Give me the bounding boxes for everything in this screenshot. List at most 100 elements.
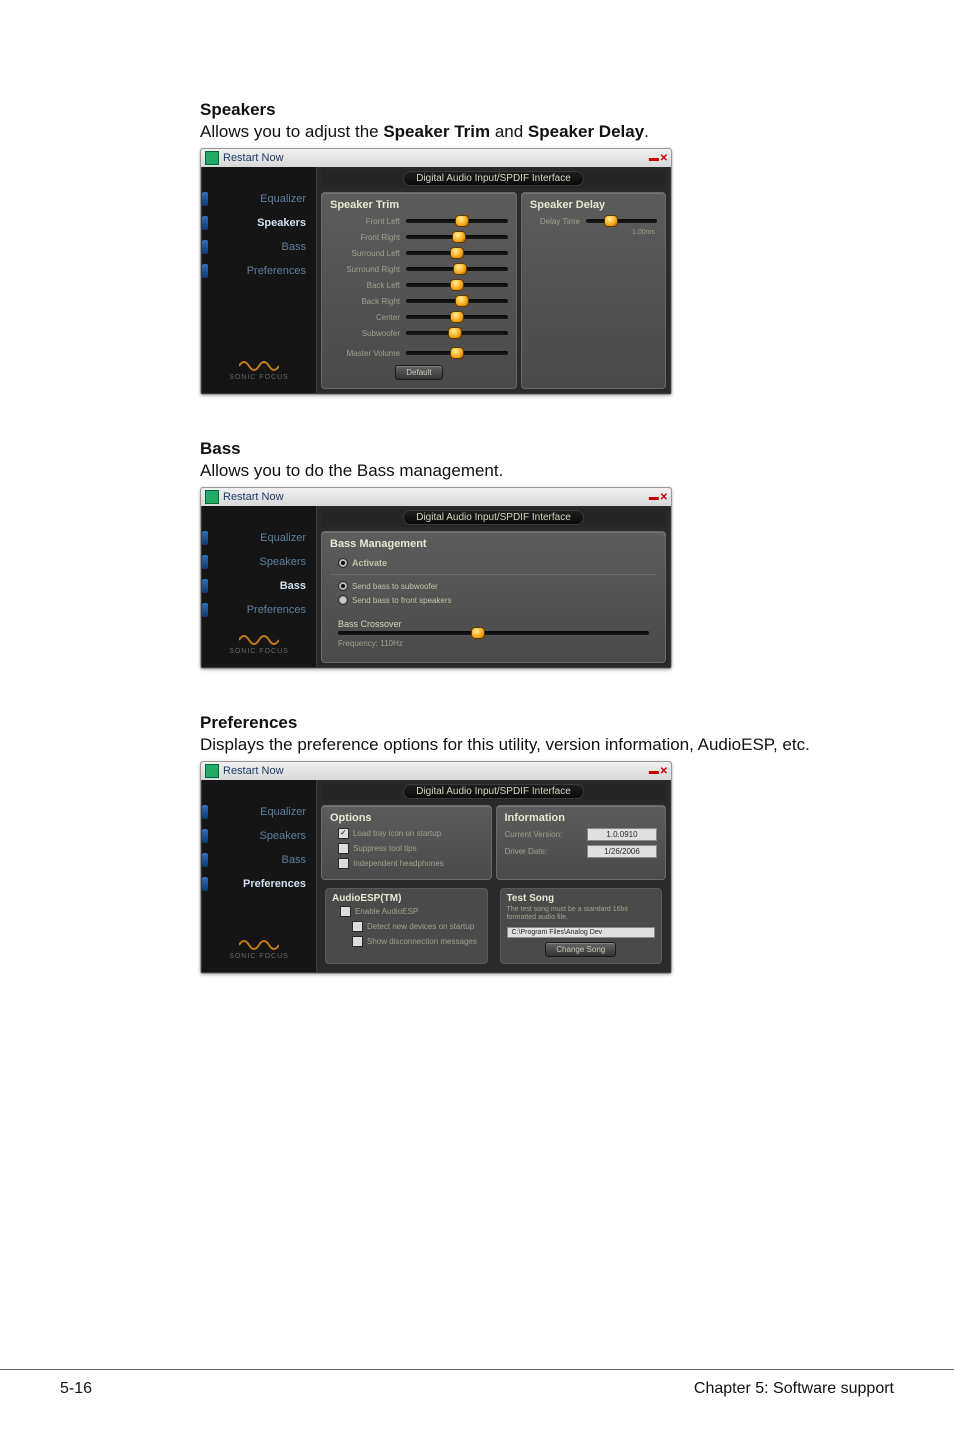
window-title: Restart Now <box>223 765 284 777</box>
slider-label: Back Right <box>330 297 406 306</box>
option-label: Send bass to front speakers <box>352 596 452 605</box>
slider-surround-right[interactable] <box>406 267 508 271</box>
radio-subwoofer[interactable] <box>338 581 348 591</box>
sidebar-item-equalizer[interactable]: Equalizer <box>202 526 316 550</box>
section-heading: Speakers <box>200 100 864 120</box>
section-desc: Allows you to adjust the Speaker Trim an… <box>200 122 864 142</box>
checkbox-esp-enable[interactable] <box>340 906 351 917</box>
sidebar-item-bass[interactable]: Bass <box>202 848 316 872</box>
testsong-title: Test Song <box>507 893 656 904</box>
slider-back-right[interactable] <box>406 299 508 303</box>
app-icon <box>205 490 219 504</box>
slider-label: Center <box>330 313 406 322</box>
panel-title: Speaker Delay <box>530 199 657 211</box>
screenshot-prefs: Restart Now ▬ ✕ Equalizer Speakers Bass … <box>200 761 672 974</box>
slider-label: Front Left <box>330 217 406 226</box>
info-label: Current Version: <box>505 830 563 839</box>
close-icon[interactable]: ▬ ✕ <box>649 153 667 164</box>
slider-front-right[interactable] <box>406 235 508 239</box>
page-number: 5-16 <box>60 1380 92 1398</box>
slider-label: Subwoofer <box>330 329 406 338</box>
option-label: Send bass to subwoofer <box>352 582 438 591</box>
slider-label: Master Volume <box>330 349 406 358</box>
brand-logo: SONIC FOCUS <box>202 931 316 964</box>
sidebar-item-bass[interactable]: Bass <box>202 574 316 598</box>
section-desc: Allows you to do the Bass management. <box>200 461 864 481</box>
brand-label: SONIC FOCUS <box>202 648 316 655</box>
sidebar-item-equalizer[interactable]: Equalizer <box>202 187 316 211</box>
slider-delay[interactable] <box>586 219 657 223</box>
screenshot-speakers: Restart Now ▬ ✕ Equalizer Speakers Bass … <box>200 148 672 395</box>
change-song-button[interactable]: Change Song <box>545 942 616 957</box>
desc-text: . <box>644 122 649 141</box>
sidebar-item-speakers[interactable]: Speakers <box>202 824 316 848</box>
interface-pill[interactable]: Digital Audio Input/SPDIF Interface <box>403 510 584 525</box>
activate-label: Activate <box>352 558 387 568</box>
brand-label: SONIC FOCUS <box>202 953 316 960</box>
checkbox-headphones[interactable] <box>338 858 349 869</box>
sidebar-item-preferences[interactable]: Preferences <box>202 259 316 283</box>
panel-title: Information <box>505 812 658 824</box>
window-title: Restart Now <box>223 152 284 164</box>
checkbox-esp-msgs[interactable] <box>352 936 363 947</box>
frequency-value: Frequency: 110Hz <box>330 637 657 654</box>
slider-label: Front Right <box>330 233 406 242</box>
info-value: 1/26/2006 <box>587 845 657 858</box>
slider-back-left[interactable] <box>406 283 508 287</box>
section-desc: Displays the preference options for this… <box>200 735 864 755</box>
option-label: Suppress tool tips <box>353 844 417 853</box>
section-heading: Bass <box>200 439 864 459</box>
brand-logo: SONIC FOCUS <box>202 626 316 659</box>
checkbox-esp-detect[interactable] <box>352 921 363 932</box>
option-label: Show disconnection messages <box>367 937 477 946</box>
sidebar-item-equalizer[interactable]: Equalizer <box>202 800 316 824</box>
brand-logo: SONIC FOCUS <box>202 352 316 385</box>
panel-title: Bass Management <box>330 538 657 550</box>
option-label: Load tray icon on startup <box>353 829 441 838</box>
window-title: Restart Now <box>223 491 284 503</box>
radio-activate[interactable] <box>338 558 348 568</box>
brand-label: SONIC FOCUS <box>202 374 316 381</box>
sidebar-item-speakers[interactable]: Speakers <box>202 550 316 574</box>
desc-bold: Speaker Trim <box>383 122 490 141</box>
crossover-label: Bass Crossover <box>338 619 657 629</box>
info-value: 1.0.0910 <box>587 828 657 841</box>
slider-center[interactable] <box>406 315 508 319</box>
desc-bold: Speaker Delay <box>528 122 644 141</box>
close-icon[interactable]: ▬ ✕ <box>649 766 667 777</box>
sidebar-item-bass[interactable]: Bass <box>202 235 316 259</box>
default-button[interactable]: Default <box>395 365 442 380</box>
testsong-desc: The test song must be a standard 16bit f… <box>507 906 656 923</box>
option-label: Detect new devices on startup <box>367 922 474 931</box>
desc-text: and <box>490 122 528 141</box>
sidebar-item-speakers[interactable]: Speakers <box>202 211 316 235</box>
window-titlebar: Restart Now ▬ ✕ <box>201 488 671 506</box>
section-heading: Preferences <box>200 713 864 733</box>
chapter-label: Chapter 5: Software support <box>694 1380 894 1398</box>
slider-front-left[interactable] <box>406 219 508 223</box>
screenshot-bass: Restart Now ▬ ✕ Equalizer Speakers Bass … <box>200 487 672 669</box>
sidebar-item-preferences[interactable]: Preferences <box>202 598 316 622</box>
slider-label: Delay Time <box>530 217 586 226</box>
slider-crossover[interactable] <box>338 631 649 635</box>
interface-pill[interactable]: Digital Audio Input/SPDIF Interface <box>403 784 584 799</box>
close-icon[interactable]: ▬ ✕ <box>649 492 667 503</box>
window-titlebar: Restart Now ▬ ✕ <box>201 762 671 780</box>
option-label: Enable AudioESP <box>355 907 418 916</box>
checkbox-tray[interactable] <box>338 828 349 839</box>
app-icon <box>205 764 219 778</box>
panel-title: Speaker Trim <box>330 199 508 211</box>
radio-front[interactable] <box>338 595 348 605</box>
slider-surround-left[interactable] <box>406 251 508 255</box>
slider-label: Surround Left <box>330 249 406 258</box>
sidebar-item-preferences[interactable]: Preferences <box>202 872 316 896</box>
testsong-path[interactable]: C:\Program Files\Analog Dev <box>507 927 656 938</box>
interface-pill[interactable]: Digital Audio Input/SPDIF Interface <box>403 171 584 186</box>
desc-text: Allows you to adjust the <box>200 122 383 141</box>
delay-value: 1.00ms <box>530 229 657 236</box>
slider-subwoofer[interactable] <box>406 331 508 335</box>
slider-master-volume[interactable] <box>406 351 508 355</box>
slider-label: Back Left <box>330 281 406 290</box>
panel-title: Options <box>330 812 483 824</box>
checkbox-tips[interactable] <box>338 843 349 854</box>
